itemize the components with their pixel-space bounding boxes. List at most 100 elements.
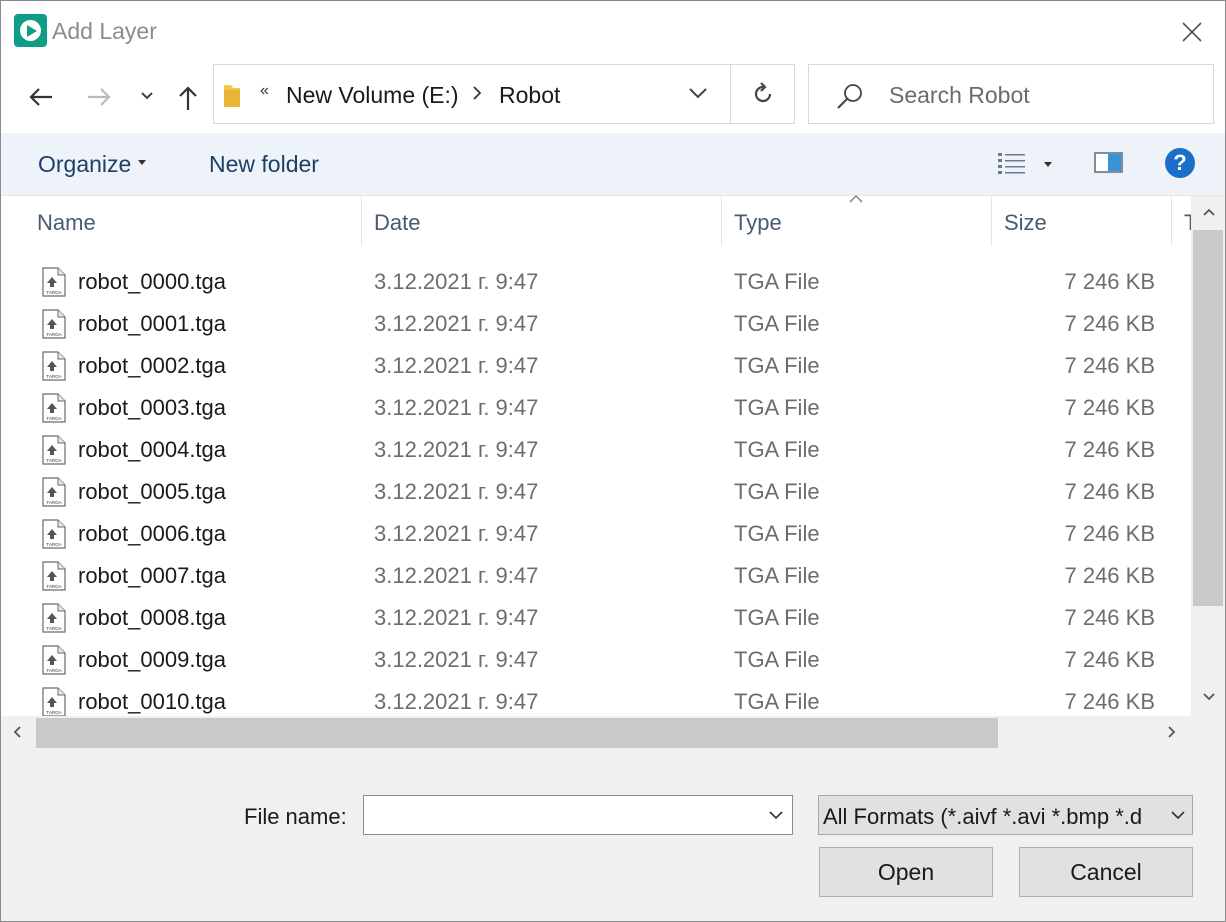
file-name-cell: robot_0005.tga (78, 479, 227, 504)
file-icon-label: TARGA (46, 710, 61, 715)
breadcrumb-separator-icon[interactable] (472, 84, 482, 102)
tga-file-icon: TARGA (42, 687, 66, 717)
file-date-cell: 3.12.2021 г. 9:47 (374, 269, 539, 294)
scroll-right-icon[interactable] (1168, 726, 1176, 738)
column-header-name[interactable]: Name (1, 196, 361, 248)
search-input[interactable] (887, 79, 1191, 111)
file-row[interactable]: TARGA robot_0005.tga 3.12.2021 г. 9:47 TGA … (1, 471, 1191, 513)
file-name-input[interactable] (368, 800, 762, 832)
file-type-cell: TGA File (734, 395, 820, 420)
scroll-down-icon[interactable] (1203, 693, 1215, 701)
file-list: Name Date Type Size T TARGArobot_0000.tg… (1, 195, 1225, 749)
breadcrumb-new-volume[interactable]: New Volume (E:) (286, 82, 459, 109)
file-icon-label: TARGA (46, 542, 61, 547)
file-type-cell: TGA File (734, 437, 820, 462)
column-header-tags[interactable]: T (1172, 196, 1191, 248)
file-size-cell: 7 246 KB (1064, 479, 1155, 504)
column-header-size[interactable]: Size (992, 196, 1171, 248)
close-button[interactable] (1167, 9, 1215, 53)
horizontal-scrollbar[interactable] (1, 716, 1191, 749)
file-size-cell: 7 246 KB (1064, 353, 1155, 378)
file-type-cell: TGA File (734, 269, 820, 294)
organize-button[interactable]: Organize (38, 151, 147, 178)
horizontal-scroll-thumb[interactable] (36, 718, 998, 748)
file-row[interactable]: TARGA robot_0001.tga 3.12.2021 г. 9:47 TGA … (1, 303, 1191, 345)
file-row[interactable]: TARGA robot_0008.tga 3.12.2021 г. 9:47 TGA … (1, 597, 1191, 639)
search-icon (837, 84, 862, 109)
new-folder-button[interactable]: New folder (209, 151, 319, 178)
navigation-bar: « New Volume (E:) Robot (1, 63, 1225, 133)
tga-file-icon: TARGA (42, 435, 66, 465)
file-size-cell: 7 246 KB (1064, 605, 1155, 630)
help-icon[interactable]: ? (1165, 148, 1195, 178)
file-icon-label: TARGA (46, 668, 61, 673)
back-arrow-icon[interactable] (28, 87, 54, 107)
file-name-dropdown-icon[interactable] (769, 811, 783, 820)
file-size-cell: 7 246 KB (1064, 647, 1155, 672)
file-type-select[interactable]: All Formats (*.aivf *.avi *.bmp *.d (818, 795, 1193, 835)
tga-file-icon: TARGA (42, 603, 66, 633)
cancel-button[interactable]: Cancel (1019, 847, 1193, 897)
file-row[interactable]: TARGA robot_0007.tga 3.12.2021 г. 9:47 TGA … (1, 555, 1191, 597)
view-details-icon[interactable] (997, 151, 1027, 177)
file-row[interactable]: TARGA robot_0006.tga 3.12.2021 г. 9:47 TGA … (1, 513, 1191, 555)
file-type-cell: TGA File (734, 521, 820, 546)
file-name-label: File name: (244, 804, 347, 829)
close-icon (1182, 22, 1202, 42)
file-row[interactable]: TARGA robot_0002.tga 3.12.2021 г. 9:47 TGA … (1, 345, 1191, 387)
file-date-cell: 3.12.2021 г. 9:47 (374, 437, 539, 462)
scroll-left-icon[interactable] (13, 726, 21, 738)
file-row[interactable]: TARGA robot_0003.tga 3.12.2021 г. 9:47 TGA … (1, 387, 1191, 429)
command-toolbar: Organize New folder ? (1, 133, 1225, 196)
scroll-up-icon[interactable] (1203, 208, 1215, 216)
tga-file-icon: TARGA (42, 645, 66, 675)
organize-dropdown-icon (138, 160, 147, 166)
sort-arrow-icon (849, 195, 863, 203)
search-box[interactable] (808, 64, 1214, 124)
vertical-scroll-thumb[interactable] (1193, 230, 1223, 606)
tga-file-icon: TARGA (42, 267, 66, 297)
file-date-cell: 3.12.2021 г. 9:47 (374, 563, 539, 588)
file-date-cell: 3.12.2021 г. 9:47 (374, 605, 539, 630)
file-row[interactable]: TARGA robot_0009.tga 3.12.2021 г. 9:47 TGA … (1, 639, 1191, 681)
dialog-footer: File name: All Formats (*.aivf *.avi *.b… (1, 749, 1225, 921)
column-header-date[interactable]: Date (362, 196, 721, 248)
file-row[interactable]: TARGA robot_0000.tga 3.12.2021 г. 9:47 TGA … (1, 261, 1191, 303)
file-date-cell: 3.12.2021 г. 9:47 (374, 311, 539, 336)
organize-label: Organize (38, 151, 132, 177)
address-bar[interactable]: « New Volume (E:) Robot (213, 64, 795, 124)
file-size-cell: 7 246 KB (1064, 395, 1155, 420)
address-dropdown-icon[interactable] (688, 87, 708, 99)
window-title: Add Layer (52, 18, 157, 44)
file-type-cell: TGA File (734, 647, 820, 672)
open-button[interactable]: Open (819, 847, 993, 897)
file-name-cell: robot_0001.tga (78, 311, 227, 336)
file-type-selected: All Formats (*.aivf *.avi *.bmp *.d (823, 804, 1143, 829)
refresh-button[interactable] (730, 65, 795, 123)
file-name-cell: robot_0006.tga (78, 521, 227, 546)
file-row[interactable]: TARGA robot_0004.tga 3.12.2021 г. 9:47 TGA … (1, 429, 1191, 471)
breadcrumb-robot[interactable]: Robot (499, 82, 560, 109)
breadcrumb-overflow[interactable]: « (260, 82, 269, 100)
file-icon-label: TARGA (46, 374, 61, 379)
file-name-cell: robot_0003.tga (78, 395, 227, 420)
file-icon-label: TARGA (46, 290, 61, 295)
add-layer-dialog: Add Layer « New Volume (E:) Robot Organi… (0, 0, 1226, 922)
tga-file-icon: TARGA (42, 519, 66, 549)
view-dropdown-icon[interactable] (1044, 162, 1052, 167)
preview-pane-icon[interactable] (1094, 152, 1124, 174)
tga-file-icon: TARGA (42, 477, 66, 507)
file-date-cell: 3.12.2021 г. 9:47 (374, 689, 539, 714)
file-name-cell: robot_0007.tga (78, 563, 227, 588)
file-name-cell: robot_0009.tga (78, 647, 227, 672)
title-bar: Add Layer (1, 1, 1225, 63)
tga-file-icon: TARGA (42, 309, 66, 339)
up-arrow-icon[interactable] (177, 85, 199, 111)
file-type-cell: TGA File (734, 605, 820, 630)
vertical-scrollbar[interactable] (1191, 196, 1225, 716)
forward-arrow-icon[interactable] (86, 87, 112, 107)
folder-icon (224, 85, 240, 107)
recent-dropdown-icon[interactable] (140, 91, 154, 101)
file-size-cell: 7 246 KB (1064, 269, 1155, 294)
file-name-combobox[interactable] (363, 795, 793, 835)
